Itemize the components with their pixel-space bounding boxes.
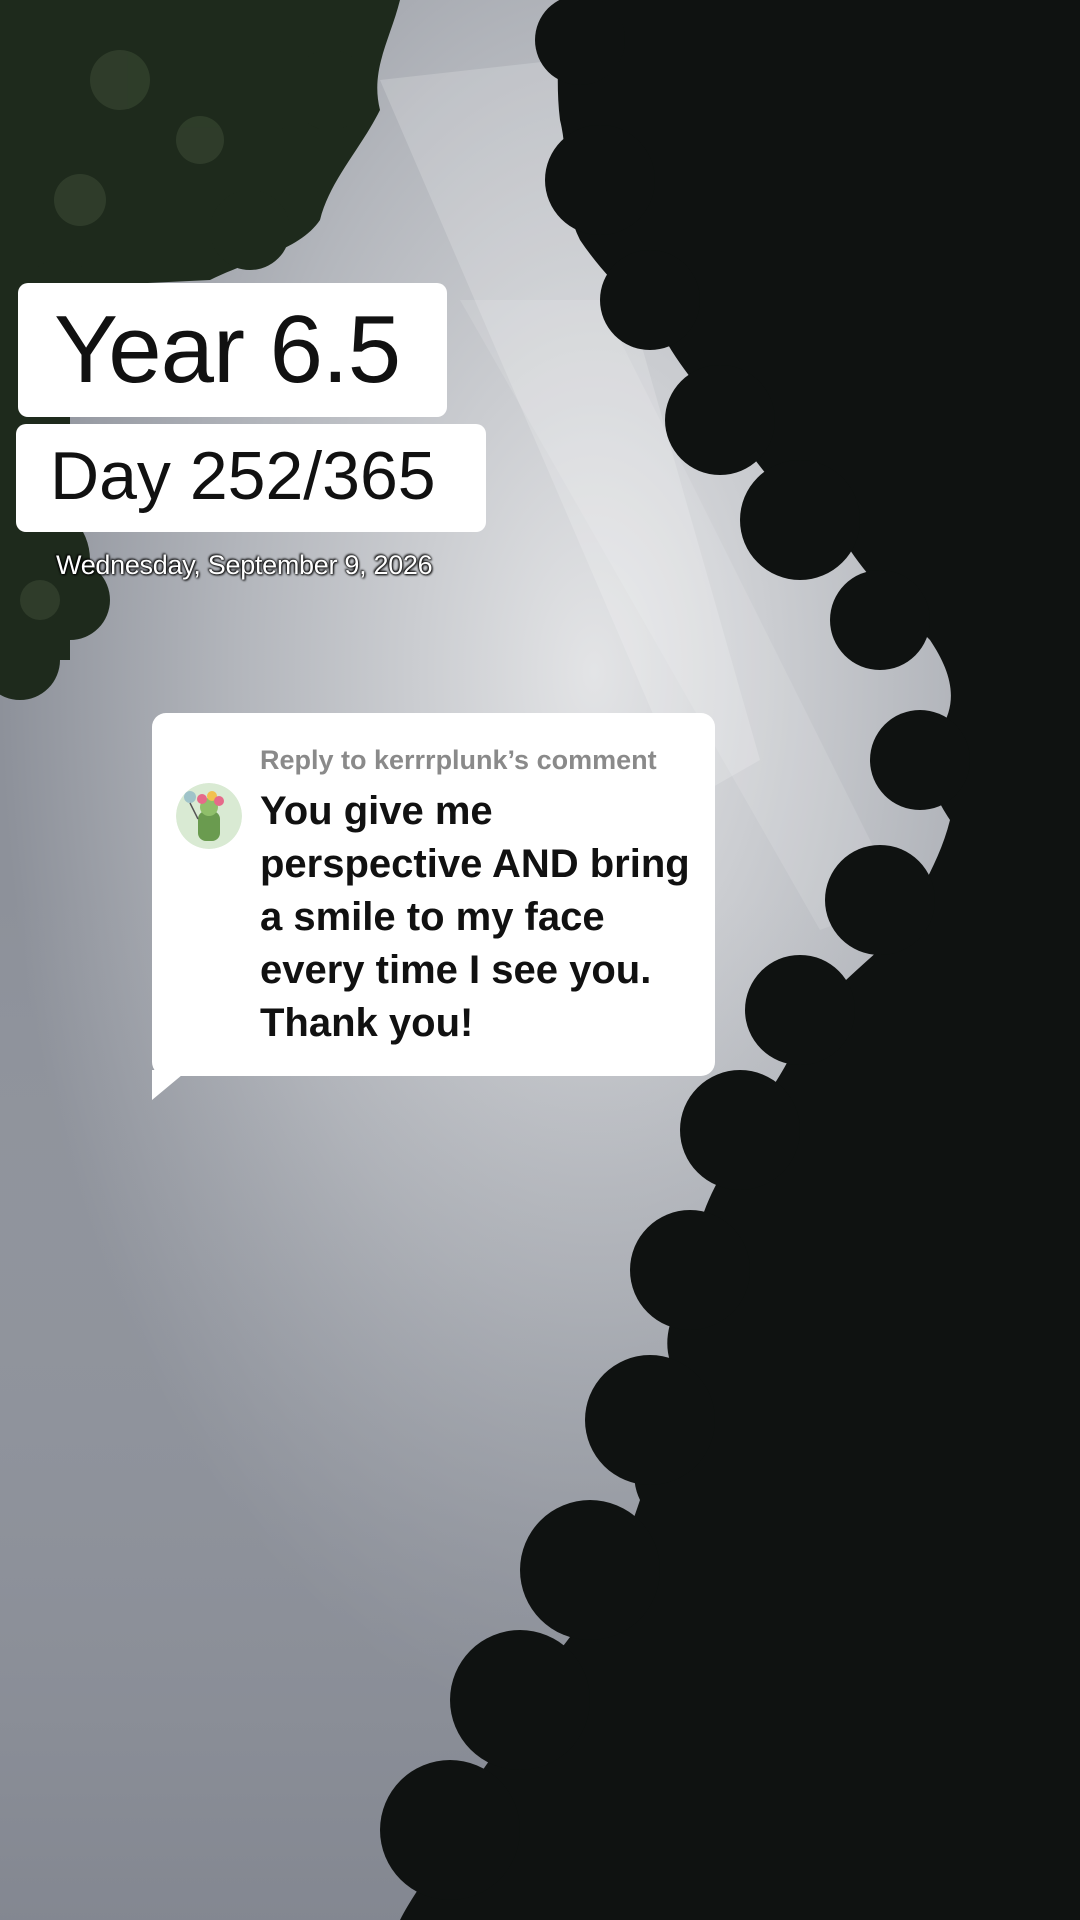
reply-header: Reply to kerrrplunk’s comment: [260, 745, 657, 775]
reply-comment-text: You give me perspective AND bring a smil…: [260, 789, 690, 1045]
commenter-avatar-icon[interactable]: [176, 783, 242, 849]
date-label: Wednesday, September 9, 2026: [56, 550, 433, 580]
year-label: Year 6.5: [54, 296, 401, 403]
day-counter-box: Day 252/365: [16, 424, 486, 532]
year-label-box: Year 6.5: [18, 283, 447, 417]
day-counter-label: Day 252/365: [50, 438, 436, 514]
reply-card-tail: [152, 1070, 188, 1100]
reply-comment-card[interactable]: Reply to kerrrplunk’s comment You give m…: [152, 713, 715, 1076]
